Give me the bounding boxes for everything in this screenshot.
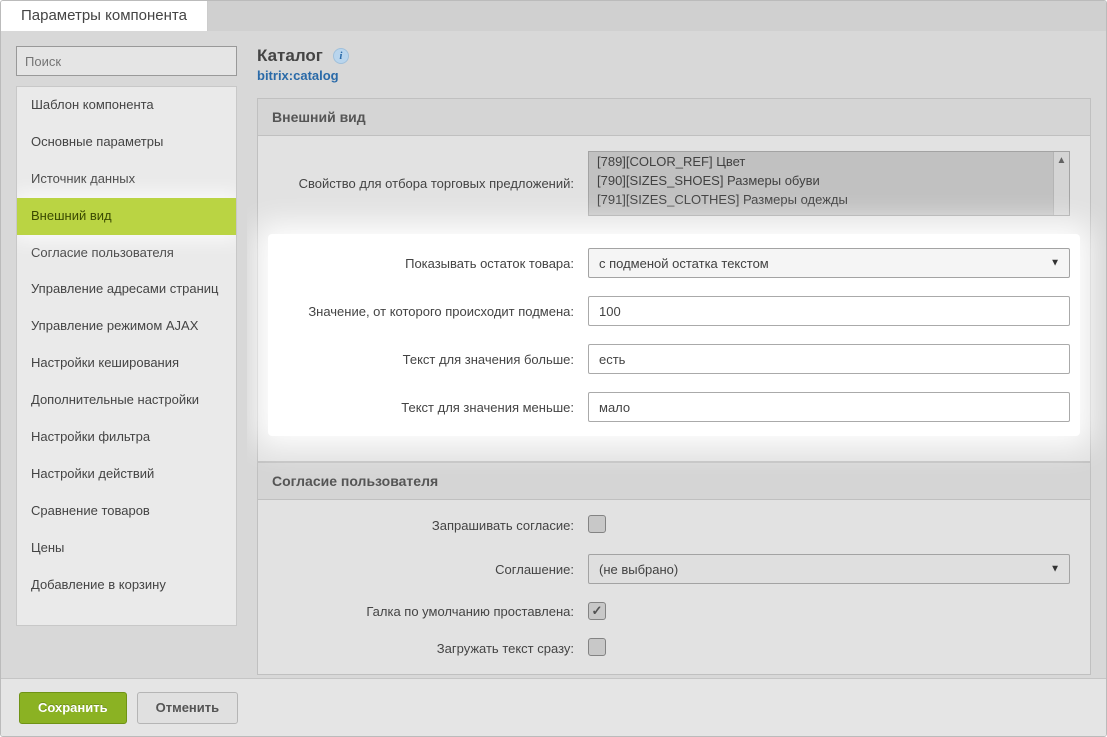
nav-item-compare[interactable]: Сравнение товаров	[17, 493, 236, 530]
cancel-button[interactable]: Отменить	[137, 692, 239, 724]
row-default-checked: Галка по умолчанию проставлена:	[278, 602, 1070, 620]
nav-item-main-params[interactable]: Основные параметры	[17, 124, 236, 161]
default-checked-label: Галка по умолчанию проставлена:	[278, 604, 588, 619]
ask-consent-checkbox[interactable]	[588, 515, 606, 533]
row-text-less: Текст для значения меньше:	[278, 392, 1070, 422]
nav-item-filter[interactable]: Настройки фильтра	[17, 419, 236, 456]
dialog-header: Параметры компонента	[1, 1, 1106, 31]
nav-item-actions[interactable]: Настройки действий	[17, 456, 236, 493]
dialog-frame: Параметры компонента Шаблон компонента О…	[0, 0, 1107, 737]
show-remainder-label: Показывать остаток товара:	[278, 256, 588, 271]
threshold-input[interactable]	[588, 296, 1070, 326]
main-panel: Каталог i bitrix:catalog Внешний вид Сво…	[247, 31, 1106, 678]
row-load-text: Загружать текст сразу:	[278, 638, 1070, 659]
text-less-input[interactable]	[588, 392, 1070, 422]
load-text-checkbox[interactable]	[588, 638, 606, 656]
row-text-more: Текст для значения больше:	[278, 344, 1070, 374]
dialog-content: Шаблон компонента Основные параметры Ист…	[1, 31, 1106, 678]
nav-item-consent[interactable]: Согласие пользователя	[17, 235, 236, 272]
chevron-up-icon[interactable]: ▲	[1054, 152, 1069, 168]
section-consent: Согласие пользователя Запрашивать соглас…	[257, 462, 1091, 675]
row-threshold: Значение, от которого происходит подмена…	[278, 296, 1070, 326]
offer-prop-option[interactable]: [791][SIZES_CLOTHES] Размеры одежды	[589, 190, 1069, 209]
show-remainder-select[interactable]	[588, 248, 1070, 278]
offer-prop-label: Свойство для отбора торговых предложений…	[278, 176, 588, 191]
nav-item-add-to-cart[interactable]: Добавление в корзину	[17, 567, 236, 604]
row-offer-prop: Свойство для отбора торговых предложений…	[278, 151, 1070, 216]
page-head: Каталог i	[257, 46, 1091, 66]
section-appearance-title: Внешний вид	[258, 99, 1090, 136]
offer-prop-multiselect[interactable]: [789][COLOR_REF] Цвет [790][SIZES_SHOES]…	[588, 151, 1070, 216]
text-more-label: Текст для значения больше:	[278, 352, 588, 367]
text-less-label: Текст для значения меньше:	[278, 400, 588, 415]
offer-prop-option[interactable]: [789][COLOR_REF] Цвет	[589, 152, 1069, 171]
row-ask-consent: Запрашивать согласие:	[278, 515, 1070, 536]
nav-item-prices[interactable]: Цены	[17, 530, 236, 567]
ask-consent-label: Запрашивать согласие:	[278, 518, 588, 533]
nav-item-url-mgmt[interactable]: Управление адресами страниц	[17, 271, 236, 308]
page-title: Каталог	[257, 46, 323, 66]
row-agreement: Соглашение: ▼	[278, 554, 1070, 584]
highlighted-fields: Показывать остаток товара: ▼ Значение, о…	[268, 234, 1080, 436]
nav-item-cache[interactable]: Настройки кеширования	[17, 345, 236, 382]
nav-item-template[interactable]: Шаблон компонента	[17, 87, 236, 124]
load-text-label: Загружать текст сразу:	[278, 641, 588, 656]
nav-list[interactable]: Шаблон компонента Основные параметры Ист…	[16, 86, 237, 626]
agreement-select[interactable]	[588, 554, 1070, 584]
search-input[interactable]	[16, 46, 237, 76]
row-show-remainder: Показывать остаток товара: ▼	[278, 248, 1070, 278]
agreement-label: Соглашение:	[278, 562, 588, 577]
save-button[interactable]: Сохранить	[19, 692, 127, 724]
dialog-footer: Сохранить Отменить	[1, 678, 1106, 736]
nav-item-data-source[interactable]: Источник данных	[17, 161, 236, 198]
section-consent-title: Согласие пользователя	[258, 463, 1090, 500]
text-more-input[interactable]	[588, 344, 1070, 374]
sidebar: Шаблон компонента Основные параметры Ист…	[1, 31, 247, 678]
offer-prop-option[interactable]: [790][SIZES_SHOES] Размеры обуви	[589, 171, 1069, 190]
multiselect-scrollbar[interactable]: ▲	[1053, 152, 1069, 215]
threshold-label: Значение, от которого происходит подмена…	[278, 304, 588, 319]
dialog-title: Параметры компонента	[1, 1, 208, 31]
nav-item-appearance[interactable]: Внешний вид	[17, 198, 236, 235]
nav-item-extra[interactable]: Дополнительные настройки	[17, 382, 236, 419]
component-name: bitrix:catalog	[257, 68, 1091, 83]
nav-item-ajax[interactable]: Управление режимом AJAX	[17, 308, 236, 345]
default-checked-checkbox[interactable]	[588, 602, 606, 620]
section-appearance: Внешний вид Свойство для отбора торговых…	[257, 98, 1091, 462]
info-icon[interactable]: i	[333, 48, 349, 64]
